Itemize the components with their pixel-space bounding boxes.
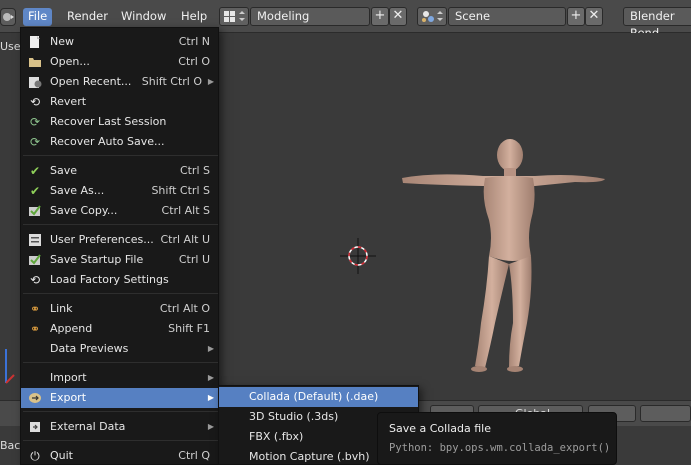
scene-name-field[interactable]: Scene [448,7,566,26]
menu-separator [23,440,218,441]
append-icon: ⚭ [29,322,41,336]
editor-type-icon [3,13,14,21]
checkmark-icon: ✔ [29,164,41,178]
layout-grid-icon [224,11,245,22]
menu-item-save[interactable]: ✔ Save Ctrl S [21,161,218,181]
delete-layout-button[interactable]: ✕ [389,7,407,26]
menu-help[interactable]: Help [176,8,212,26]
recover-autosave-icon: ⟳ [29,135,41,149]
add-layout-button[interactable]: + [371,7,389,26]
menu-item-recover-auto-save[interactable]: ⟳ Recover Auto Save... [21,132,218,152]
human-mesh-object[interactable] [395,138,610,378]
menu-render[interactable]: Render [62,8,113,26]
export-collada-item[interactable]: Collada (Default) (.dae) [219,387,418,407]
submenu-arrow-icon: ▶ [207,422,214,431]
menu-item-link[interactable]: ⚭ Link Ctrl Alt O [21,299,218,319]
menu-item-append[interactable]: ⚭ Append Shift F1 [21,319,218,339]
power-icon: ⏻ [30,449,40,463]
menu-item-revert[interactable]: ⟲ Revert [21,92,218,112]
menu-item-user-preferences[interactable]: User Preferences... Ctrl Alt U [21,230,218,250]
scene-selector-button[interactable] [417,7,447,26]
editor-type-button[interactable] [0,8,16,26]
menu-separator [23,155,218,156]
file-menu: New Ctrl N Open... Ctrl O Open Recent...… [20,27,219,465]
link-icon: ⚭ [29,302,41,316]
tooltip-title: Save a Collada file [389,422,491,435]
menu-window[interactable]: Window [116,8,171,26]
tooltip-python: Python: bpy.ops.wm.collada_export() [389,442,611,454]
axis-gizmo-icon [5,349,15,384]
revert-icon: ⟲ [29,95,41,109]
menu-separator [23,293,218,294]
menu-item-external-data[interactable]: External Data ▶ [21,417,218,437]
submenu-arrow-icon: ▶ [207,373,214,382]
layer-buttons-right[interactable] [640,405,691,422]
view-label: Use [0,40,21,53]
menu-item-load-factory-settings[interactable]: ⟲ Load Factory Settings [21,270,218,290]
menu-item-save-as[interactable]: ✔ Save As... Shift Ctrl S [21,181,218,201]
submenu-arrow-icon: ▶ [207,344,214,353]
submenu-arrow-icon: ▶ [207,77,214,86]
layout-selector-button[interactable] [219,7,249,26]
render-engine-selector[interactable]: Blender Rend [623,7,691,40]
menu-item-recover-last-session[interactable]: ⟳ Recover Last Session [21,112,218,132]
preferences-icon [27,233,43,247]
menu-separator [23,362,218,363]
export-icon [27,391,43,405]
folder-open-icon [27,55,43,69]
menu-file[interactable]: File [23,8,53,26]
external-data-icon [27,420,43,434]
new-file-icon [27,35,43,49]
submenu-arrow-icon: ▶ [207,393,214,402]
menu-separator [23,224,218,225]
save-copy-icon [27,204,43,218]
layout-name-field[interactable]: Modeling [250,7,370,26]
open-recent-icon [27,75,43,89]
menu-item-import[interactable]: Import ▶ [21,368,218,388]
menu-separator [23,411,218,412]
menu-item-save-startup-file[interactable]: Save Startup File Ctrl U [21,250,218,270]
delete-scene-button[interactable]: ✕ [585,7,603,26]
factory-settings-icon: ⟲ [29,273,41,287]
scene-icon [422,11,443,22]
menu-item-open-recent[interactable]: Open Recent... Shift Ctrl O ▶ [21,72,218,92]
add-scene-button[interactable]: + [567,7,585,26]
menu-item-data-previews[interactable]: Data Previews ▶ [21,339,218,359]
tooltip: Save a Collada file Python: bpy.ops.wm.c… [377,412,617,465]
menu-item-save-copy[interactable]: Save Copy... Ctrl Alt S [21,201,218,221]
menu-item-new[interactable]: New Ctrl N [21,32,218,52]
menu-item-export[interactable]: Export ▶ [21,388,218,408]
3d-cursor-icon [340,238,376,274]
checkmark-dots-icon: ✔ [29,184,41,198]
save-startup-icon [27,253,43,267]
menu-item-open[interactable]: Open... Ctrl O [21,52,218,72]
recover-icon: ⟳ [29,115,41,129]
menu-item-quit[interactable]: ⏻ Quit Ctrl Q [21,446,218,465]
